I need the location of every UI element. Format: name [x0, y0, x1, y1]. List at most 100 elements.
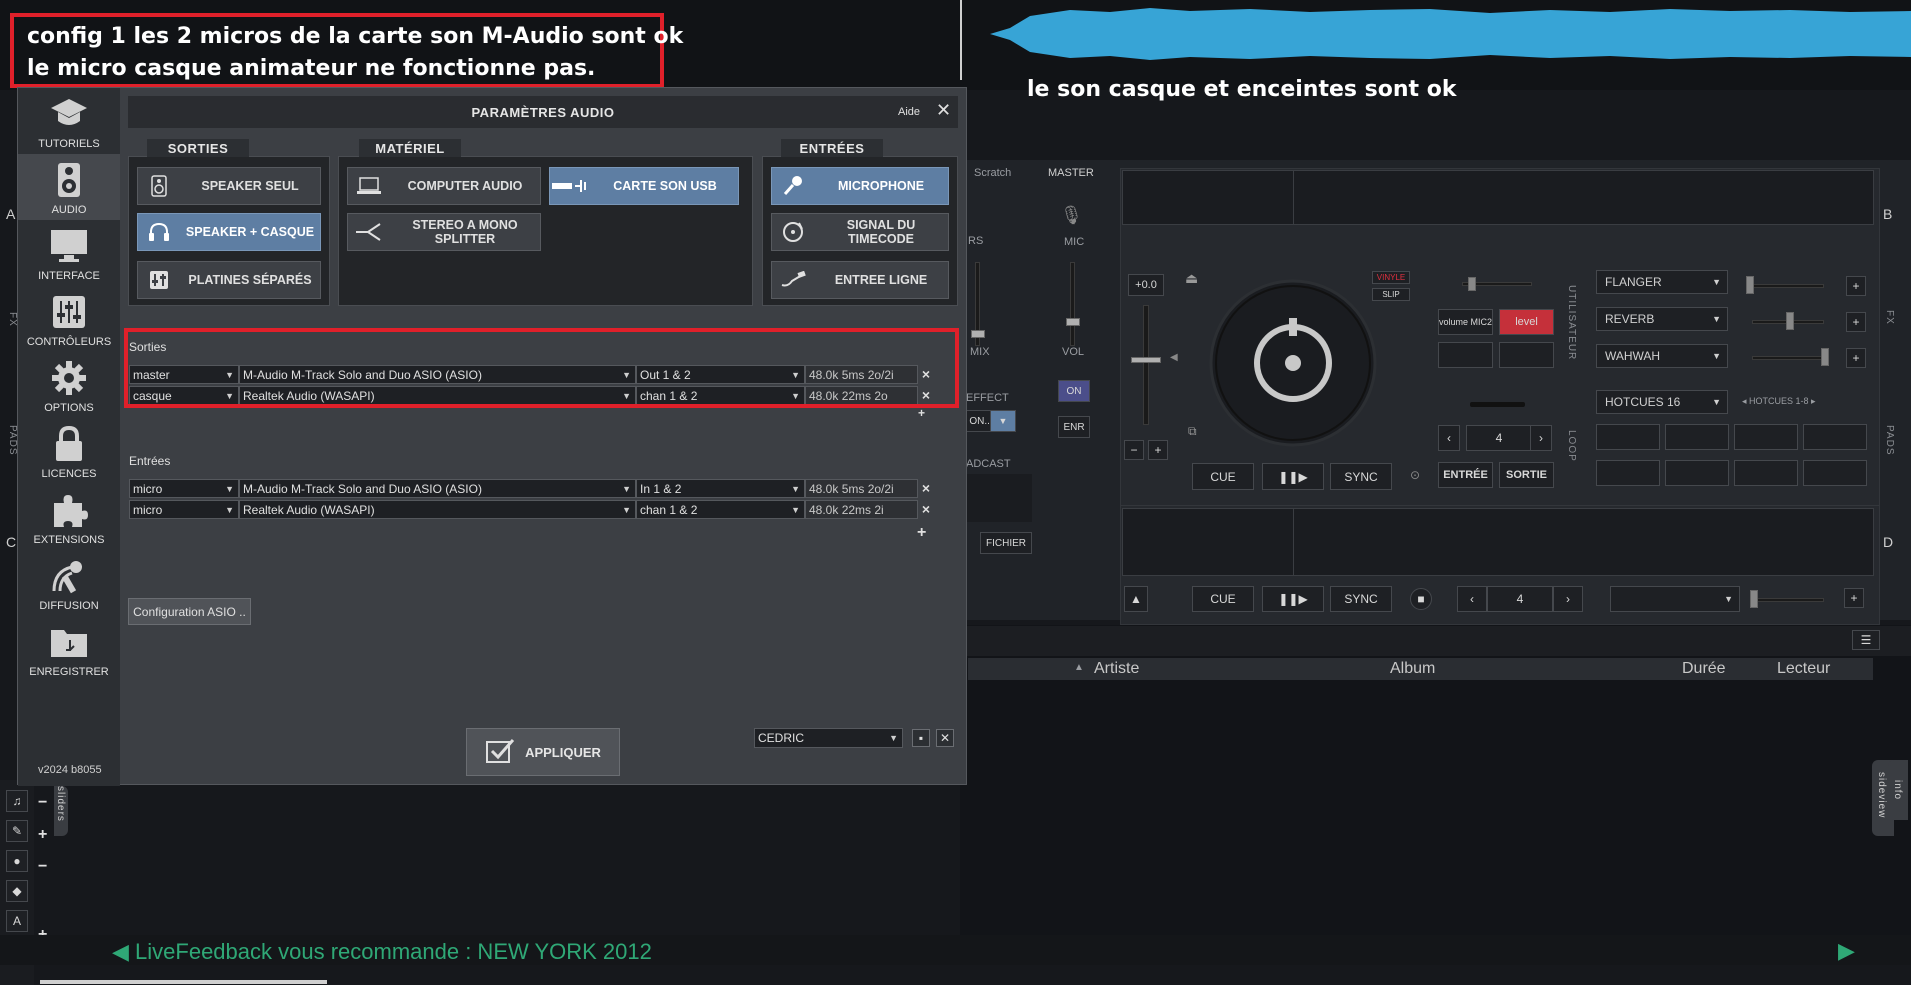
microphone-button[interactable]: MICROPHONE — [771, 167, 949, 205]
timecode-signal-button[interactable]: SIGNAL DU TIMECODE — [771, 213, 949, 251]
nav-tutoriels[interactable]: TUTORIELS — [18, 88, 120, 154]
bottom-scrollbar[interactable] — [40, 980, 327, 984]
deck-b-cue-button[interactable]: CUE — [1192, 463, 1254, 490]
nav-extensions[interactable]: EXTENSIONS — [18, 484, 120, 550]
nav-licences[interactable]: LICENCES — [18, 418, 120, 484]
hotcue-pad-4[interactable] — [1803, 424, 1867, 450]
fx-select-3[interactable]: WAHWAH ▼ — [1596, 344, 1728, 368]
hotcue-pad-8[interactable] — [1803, 460, 1867, 486]
livefeedback-recommendation[interactable]: ◀ LiveFeedback vous recommande : NEW YOR… — [112, 939, 652, 965]
tab-master[interactable]: MASTER — [1048, 167, 1094, 179]
asio-config-button[interactable]: Configuration ASIO .. — [128, 598, 251, 625]
loop-size[interactable]: 4 — [1466, 425, 1532, 451]
deck-b-jogwheel[interactable] — [1208, 278, 1378, 448]
hotcue-pad-6[interactable] — [1665, 460, 1729, 486]
deck-d-loop-size[interactable]: 4 — [1487, 586, 1553, 612]
vinyl-mode-button[interactable]: VINYLE — [1372, 271, 1410, 284]
deck-b-pitch-arrow-icon[interactable]: ◀ — [1170, 352, 1178, 363]
mix-fader-handle[interactable] — [971, 330, 985, 338]
input-name-select[interactable]: micro ▼ — [129, 479, 239, 498]
computer-audio-button[interactable]: COMPUTER AUDIO — [347, 167, 541, 205]
hotcue-pad-7[interactable] — [1734, 460, 1798, 486]
fx-1-slider[interactable] — [1752, 284, 1824, 288]
vol-fader-handle[interactable] — [1066, 318, 1080, 326]
nav-interface[interactable]: INTERFACE — [18, 220, 120, 286]
zoom-plus-1[interactable]: + — [38, 826, 47, 844]
hotcue-pad-3[interactable] — [1734, 424, 1798, 450]
next-recommendation-arrow[interactable]: ▶ — [1838, 938, 1855, 964]
tab-scratch[interactable]: Scratch — [974, 167, 1011, 179]
hotcue-pad-5[interactable] — [1596, 460, 1660, 486]
loop-out-button[interactable]: SORTIE — [1499, 462, 1554, 488]
music-note-icon[interactable]: ♫ — [6, 790, 28, 812]
mic-on-button[interactable]: ON — [1058, 380, 1090, 402]
deck-b-empty-button-2[interactable] — [1499, 342, 1554, 368]
deck-b-sync-lock-icon[interactable]: ⊙ — [1410, 468, 1420, 482]
column-artist[interactable]: Artiste — [1094, 660, 1139, 678]
column-duration[interactable]: Durée — [1682, 660, 1726, 678]
add-input-button[interactable]: + — [917, 524, 926, 542]
deck-d-eject-button[interactable]: ▲ — [1124, 586, 1148, 612]
deck-b-eject-icon[interactable]: ⏏ — [1185, 270, 1198, 287]
nav-options[interactable]: OPTIONS — [18, 352, 120, 418]
nav-controleurs[interactable]: CONTRÔLEURS — [18, 286, 120, 352]
input-channel-select[interactable]: In 1 & 2 ▼ — [636, 479, 805, 498]
mic-tool-icon[interactable]: ● — [6, 850, 28, 872]
track-waveform[interactable] — [990, 0, 1911, 68]
effect-dropdown-button[interactable]: ▼ — [990, 410, 1016, 432]
input-device-select[interactable]: M-Audio M-Track Solo and Duo ASIO (ASIO)… — [239, 479, 636, 498]
hotcues-select[interactable]: HOTCUES 16 ▼ — [1596, 390, 1728, 414]
vol-fader-track[interactable] — [1070, 262, 1075, 346]
deck-d-waveform[interactable] — [1122, 508, 1874, 576]
save-profile-icon[interactable]: ▪ — [912, 729, 930, 747]
fx-2-plus-button[interactable]: + — [1846, 312, 1866, 332]
loop-in-button[interactable]: ENTRÉE — [1438, 462, 1493, 488]
speaker-only-button[interactable]: SPEAKER SEUL — [137, 167, 321, 205]
file-button[interactable]: FICHIER — [980, 532, 1032, 554]
fx-select-2[interactable]: REVERB ▼ — [1596, 307, 1728, 331]
zoom-minus-1[interactable]: − — [38, 794, 47, 812]
deck-d-sync-button[interactable]: SYNC — [1330, 586, 1392, 612]
fx-3-slider-handle[interactable] — [1821, 348, 1829, 366]
deck-b-mic2-slider-handle[interactable] — [1468, 277, 1476, 291]
deck-b-sync-icon[interactable]: ⧉ — [1188, 424, 1197, 439]
deck-d-record-button[interactable]: ■ — [1410, 588, 1432, 610]
fx-1-plus-button[interactable]: + — [1846, 276, 1866, 296]
deck-b-pitch-plus[interactable]: + — [1148, 440, 1168, 460]
deck-d-fx-slider-handle[interactable] — [1750, 590, 1758, 608]
help-link[interactable]: Aide — [898, 106, 920, 118]
deck-b-pitch-slider[interactable] — [1143, 305, 1149, 425]
input-name-select[interactable]: micro ▼ — [129, 500, 239, 519]
add-output-button[interactable]: + — [918, 406, 925, 420]
deck-b-pitch-minus[interactable]: − — [1124, 440, 1144, 460]
hotcue-pad-1[interactable] — [1596, 424, 1660, 450]
deck-d-fx-select[interactable]: ▼ — [1610, 586, 1740, 612]
fx-select-1[interactable]: FLANGER ▼ — [1596, 270, 1728, 294]
edit-icon[interactable]: ✎ — [6, 820, 28, 842]
column-album[interactable]: Album — [1390, 660, 1435, 678]
nav-enregistrer[interactable]: ENREGISTRER — [18, 616, 120, 682]
stereo-mono-splitter-button[interactable]: STEREO A MONO SPLITTER — [347, 213, 541, 251]
deck-d-loop-prev-button[interactable]: ‹ — [1457, 586, 1487, 612]
close-icon[interactable]: ✕ — [936, 100, 951, 121]
deck-b-play-pause-button[interactable]: ❚❚▶ — [1262, 463, 1324, 490]
separate-decks-button[interactable]: PLATINES SÉPARÉS — [137, 261, 321, 299]
profile-select[interactable]: CEDRIC ▼ — [754, 728, 903, 748]
deck-d-loop-next-button[interactable]: › — [1553, 586, 1583, 612]
fx-1-slider-handle[interactable] — [1746, 276, 1754, 294]
deck-d-cue-button[interactable]: CUE — [1192, 586, 1254, 612]
nav-audio[interactable]: AUDIO — [18, 154, 120, 220]
column-player[interactable]: Lecteur — [1777, 660, 1830, 678]
nav-diffusion[interactable]: DIFFUSION — [18, 550, 120, 616]
apply-button[interactable]: APPLIQUER — [466, 728, 620, 776]
input-channel-select[interactable]: chan 1 & 2 ▼ — [636, 500, 805, 519]
slip-mode-button[interactable]: SLIP — [1372, 288, 1410, 301]
fx-2-slider-handle[interactable] — [1786, 312, 1794, 330]
deck-d-play-pause-button[interactable]: ❚❚▶ — [1262, 586, 1324, 612]
deck-b-empty-button-1[interactable] — [1438, 342, 1493, 368]
line-input-button[interactable]: ENTREE LIGNE — [771, 261, 949, 299]
input-device-select[interactable]: Realtek Audio (WASAPI) ▼ — [239, 500, 636, 519]
fx-3-slider[interactable] — [1752, 356, 1824, 360]
fx-3-plus-button[interactable]: + — [1846, 348, 1866, 368]
hotcue-pad-2[interactable] — [1665, 424, 1729, 450]
